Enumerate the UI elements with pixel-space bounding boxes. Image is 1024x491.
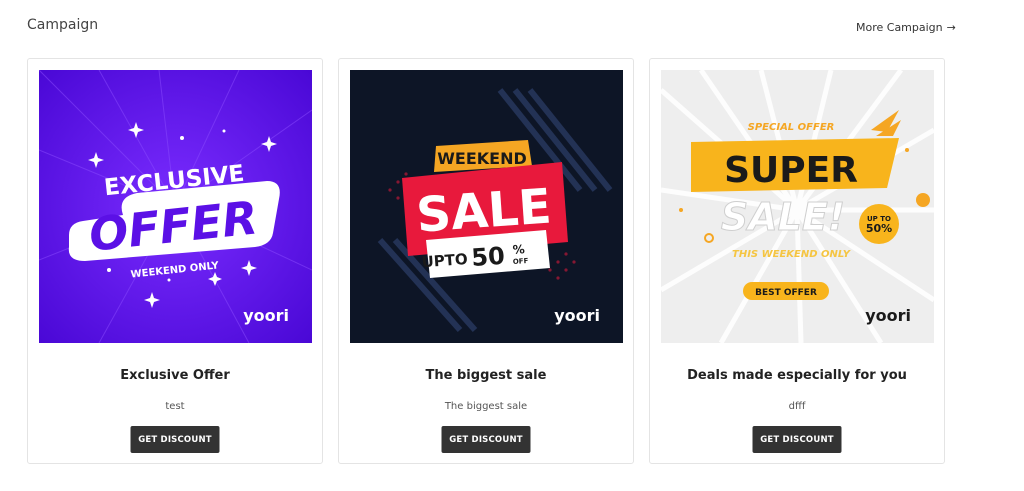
super-sale-banner-image: SPECIAL OFFER SUPER SALE! UP TO 50% THIS… [661,70,934,343]
banner-line3: THIS WEEKEND ONLY [732,249,852,260]
banner-line3b: 50 [470,242,505,272]
banner-line3a: UPTO [421,250,468,271]
banner-line1: WEEKEND [437,149,527,168]
banner-line3d: OFF [513,257,529,266]
brand-logo: yoori [865,306,911,325]
exclusive-offer-banner-image: EXCLUSIVE OFFER WEEKEND ONLY yoori [39,70,312,343]
brand-logo: yoori [243,306,289,325]
weekend-sale-banner-image: WEEKEND SALE UPTO 50 % OFF yoori [350,70,623,343]
arrow-right-icon: → [946,21,956,34]
campaign-title: Deals made especially for you [687,368,907,383]
banner-pill: BEST OFFER [755,288,817,298]
get-discount-button[interactable]: GET DISCOUNT [441,426,531,453]
campaign-description: The biggest sale [444,401,528,412]
get-discount-button[interactable]: GET DISCOUNT [130,426,220,453]
banner-line3c: % [512,242,525,257]
more-campaign-label: More Campaign [856,21,943,34]
campaign-banner-exclusive-offer[interactable]: EXCLUSIVE OFFER WEEKEND ONLY yoori [39,70,312,343]
campaign-description: test [165,401,185,412]
campaign-description: dfff [788,401,806,412]
campaign-banner-deals[interactable]: SPECIAL OFFER SUPER SALE! UP TO 50% THIS… [661,70,934,343]
campaign-card[interactable]: WEEKEND SALE UPTO 50 % OFF yoori The big… [338,58,634,464]
more-campaign-link[interactable]: More Campaign → [856,21,956,34]
banner-line0: SPECIAL OFFER [748,122,835,133]
campaign-banner-biggest-sale[interactable]: WEEKEND SALE UPTO 50 % OFF yoori [350,70,623,343]
banner-line2: SALE! [721,195,845,239]
badge-bottom: 50% [866,222,892,235]
banner-line1: SUPER [724,150,858,191]
campaign-title: The biggest sale [425,368,547,383]
section-title: Campaign [27,17,99,33]
brand-logo: yoori [554,306,600,325]
campaign-title: Exclusive Offer [120,368,230,383]
campaign-card[interactable]: SPECIAL OFFER SUPER SALE! UP TO 50% THIS… [649,58,945,464]
get-discount-button[interactable]: GET DISCOUNT [752,426,842,453]
campaign-card[interactable]: EXCLUSIVE OFFER WEEKEND ONLY yoori Exclu… [27,58,323,464]
